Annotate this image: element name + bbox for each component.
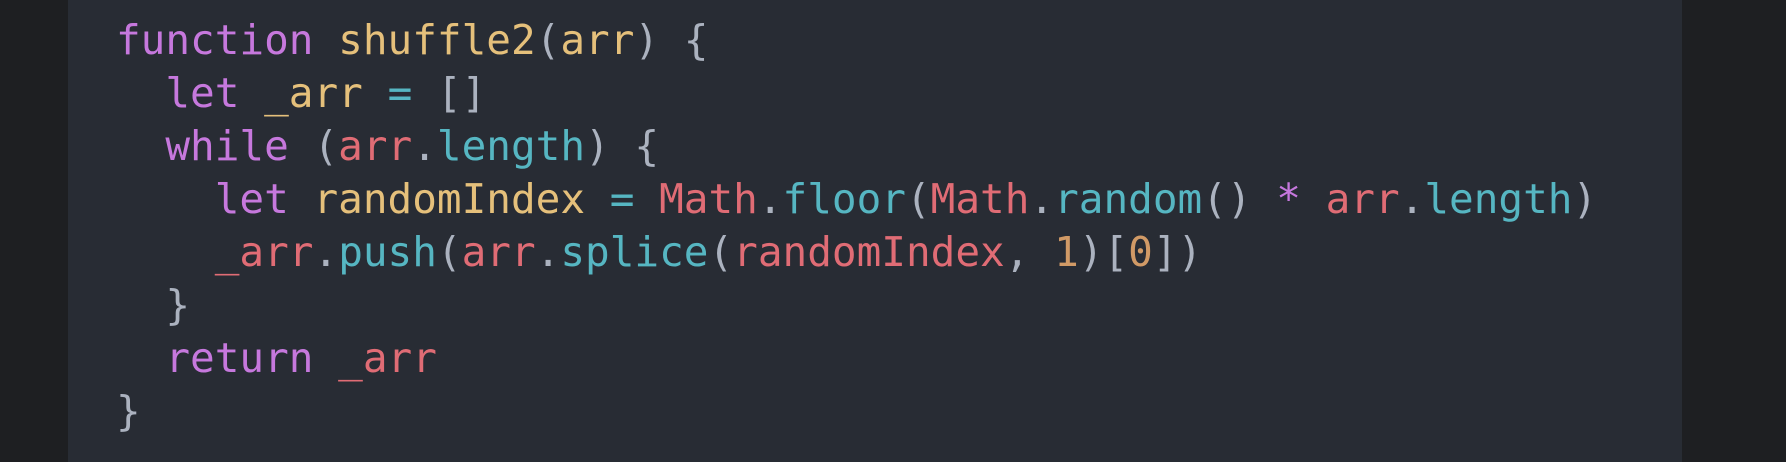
code-token-default: )[	[1078, 228, 1129, 276]
code-token-keyword: let	[214, 175, 289, 223]
code-token-function: _arr	[264, 69, 363, 117]
code-line: let randomIndex = Math.floor(Math.random…	[116, 173, 1682, 226]
code-token-property: length	[436, 122, 586, 170]
code-token-default	[313, 16, 338, 64]
code-token-default: }	[165, 281, 191, 329]
code-token-default	[289, 175, 314, 223]
code-token-default: (	[905, 175, 931, 223]
code-token-property: =	[609, 175, 635, 223]
code-token-default: }	[116, 387, 141, 435]
code-token-property: random	[1054, 175, 1203, 223]
code-token-default: ])	[1152, 228, 1203, 276]
code-token-property: floor	[782, 175, 906, 223]
code-token-default	[585, 175, 610, 223]
code-token-function: arr	[560, 16, 635, 64]
code-token-function: randomIndex	[313, 175, 586, 223]
code-token-variable: _arr	[214, 228, 314, 276]
code-line: function shuffle2(arr) {	[116, 14, 1682, 67]
code-line: while (arr.length) {	[116, 120, 1682, 173]
code-token-variable: Math	[930, 175, 1030, 223]
code-line: return _arr	[116, 332, 1682, 385]
code-token-property: splice	[560, 228, 709, 276]
code-token-default: (	[708, 228, 734, 276]
code-token-default: ,	[1004, 228, 1055, 276]
code-line: }	[116, 279, 1682, 332]
code-token-variable: Math	[659, 175, 758, 223]
code-token-property: length	[1424, 175, 1573, 223]
code-token-default: ) {	[634, 16, 709, 64]
code-token-default: []	[412, 69, 487, 117]
code-token-variable: arr	[338, 122, 413, 170]
code-token-property: push	[338, 228, 437, 276]
code-token-default: .	[313, 228, 339, 276]
code-token-default: .	[757, 175, 783, 223]
code-line: }	[116, 385, 1682, 438]
code-token-keyword: return	[165, 334, 314, 382]
code-token-default	[239, 69, 264, 117]
code-token-default	[363, 69, 388, 117]
code-token-default: (	[535, 16, 561, 64]
code-token-default: .	[1399, 175, 1425, 223]
code-line: _arr.push(arr.splice(randomIndex, 1)[0])	[116, 226, 1682, 279]
code-token-default: ()	[1202, 175, 1277, 223]
code-token-function: shuffle2	[338, 16, 536, 64]
code-token-keyword: function	[116, 16, 314, 64]
code-token-default: .	[412, 122, 437, 170]
code-token-default: ) {	[585, 122, 660, 170]
code-token-default	[1301, 175, 1326, 223]
code-token-variable: _arr	[338, 334, 437, 382]
code-token-variable: arr	[1325, 175, 1400, 223]
code-token-variable: randomIndex	[733, 228, 1005, 276]
code-token-number: 1	[1054, 228, 1079, 276]
code-token-default	[634, 175, 659, 223]
code-line: let _arr = []	[116, 67, 1682, 120]
code-token-default: .	[535, 228, 561, 276]
code-token-keyword: while	[165, 122, 289, 170]
code-editor-panel: function shuffle2(arr) { let _arr = [] w…	[68, 0, 1682, 462]
code-token-property: =	[387, 69, 413, 117]
code-token-variable: arr	[461, 228, 536, 276]
code-token-default: )	[1572, 175, 1598, 223]
code-token-default: .	[1029, 175, 1055, 223]
code-block: function shuffle2(arr) { let _arr = [] w…	[116, 14, 1682, 438]
code-token-keyword: *	[1276, 175, 1301, 223]
code-token-number: 0	[1128, 228, 1153, 276]
code-token-keyword: let	[165, 69, 240, 117]
code-token-default: (	[436, 228, 462, 276]
code-token-default	[313, 334, 338, 382]
code-token-default: (	[288, 122, 339, 170]
